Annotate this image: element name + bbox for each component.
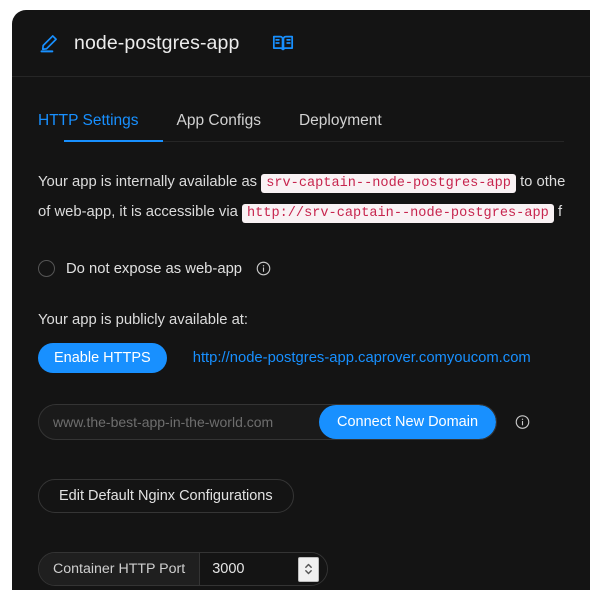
description-line-2: of web-app, it is accessible via http://…: [38, 198, 564, 228]
tab-bar: HTTP Settings App Configs Deployment: [12, 102, 590, 142]
description-line-1: Your app is internally available as srv-…: [38, 168, 564, 198]
description-line-1-post: to othe: [520, 174, 565, 190]
internal-availability-description: Your app is internally available as srv-…: [38, 168, 564, 228]
public-url-link[interactable]: http://node-postgres-app.caprover.comyou…: [193, 350, 531, 366]
container-port-field[interactable]: 3000: [200, 553, 327, 585]
container-port-stepper[interactable]: [298, 557, 319, 582]
internal-hostname-code: srv-captain--node-postgres-app: [261, 174, 516, 193]
container-port-row: Container HTTP Port 3000: [38, 552, 564, 586]
description-line-2-pre: of web-app, it is accessible via: [38, 204, 238, 220]
tab-app-configs[interactable]: App Configs: [177, 112, 261, 142]
new-domain-input[interactable]: [39, 405, 319, 439]
description-line-2-post: f: [558, 204, 562, 220]
container-port-value[interactable]: 3000: [212, 561, 286, 577]
connect-domain-row: Connect New Domain: [38, 404, 564, 440]
open-book-icon[interactable]: [271, 31, 295, 55]
page-title: node-postgres-app: [74, 32, 239, 55]
info-circle-icon[interactable]: [256, 261, 271, 276]
edit-nginx-config-button[interactable]: Edit Default Nginx Configurations: [38, 479, 294, 513]
do-not-expose-label: Do not expose as web-app: [66, 261, 242, 277]
internal-url-code: http://srv-captain--node-postgres-app: [242, 204, 554, 223]
do-not-expose-checkbox[interactable]: [38, 260, 55, 277]
https-row: Enable HTTPS http://node-postgres-app.ca…: [38, 343, 564, 373]
edit-pencil-icon[interactable]: [38, 32, 60, 54]
app-settings-card: node-postgres-app HTTP Settings App Conf…: [12, 10, 590, 590]
do-not-expose-checkbox-row[interactable]: Do not expose as web-app: [38, 260, 564, 277]
domain-input-group: Connect New Domain: [38, 404, 497, 440]
tab-deployment[interactable]: Deployment: [299, 112, 382, 142]
header-left-group: node-postgres-app: [38, 31, 295, 55]
tab-http-settings[interactable]: HTTP Settings: [38, 112, 139, 142]
container-port-label: Container HTTP Port: [39, 553, 200, 585]
public-availability-heading: Your app is publicly available at:: [38, 312, 564, 328]
container-port-group: Container HTTP Port 3000: [38, 552, 328, 586]
info-circle-icon[interactable]: [515, 415, 530, 430]
enable-https-button[interactable]: Enable HTTPS: [38, 343, 167, 373]
connect-new-domain-button[interactable]: Connect New Domain: [319, 405, 496, 439]
card-header: node-postgres-app: [12, 10, 590, 77]
tab-active-indicator: [64, 140, 163, 143]
description-line-1-pre: Your app is internally available as: [38, 174, 257, 190]
card-body: Your app is internally available as srv-…: [12, 168, 590, 586]
